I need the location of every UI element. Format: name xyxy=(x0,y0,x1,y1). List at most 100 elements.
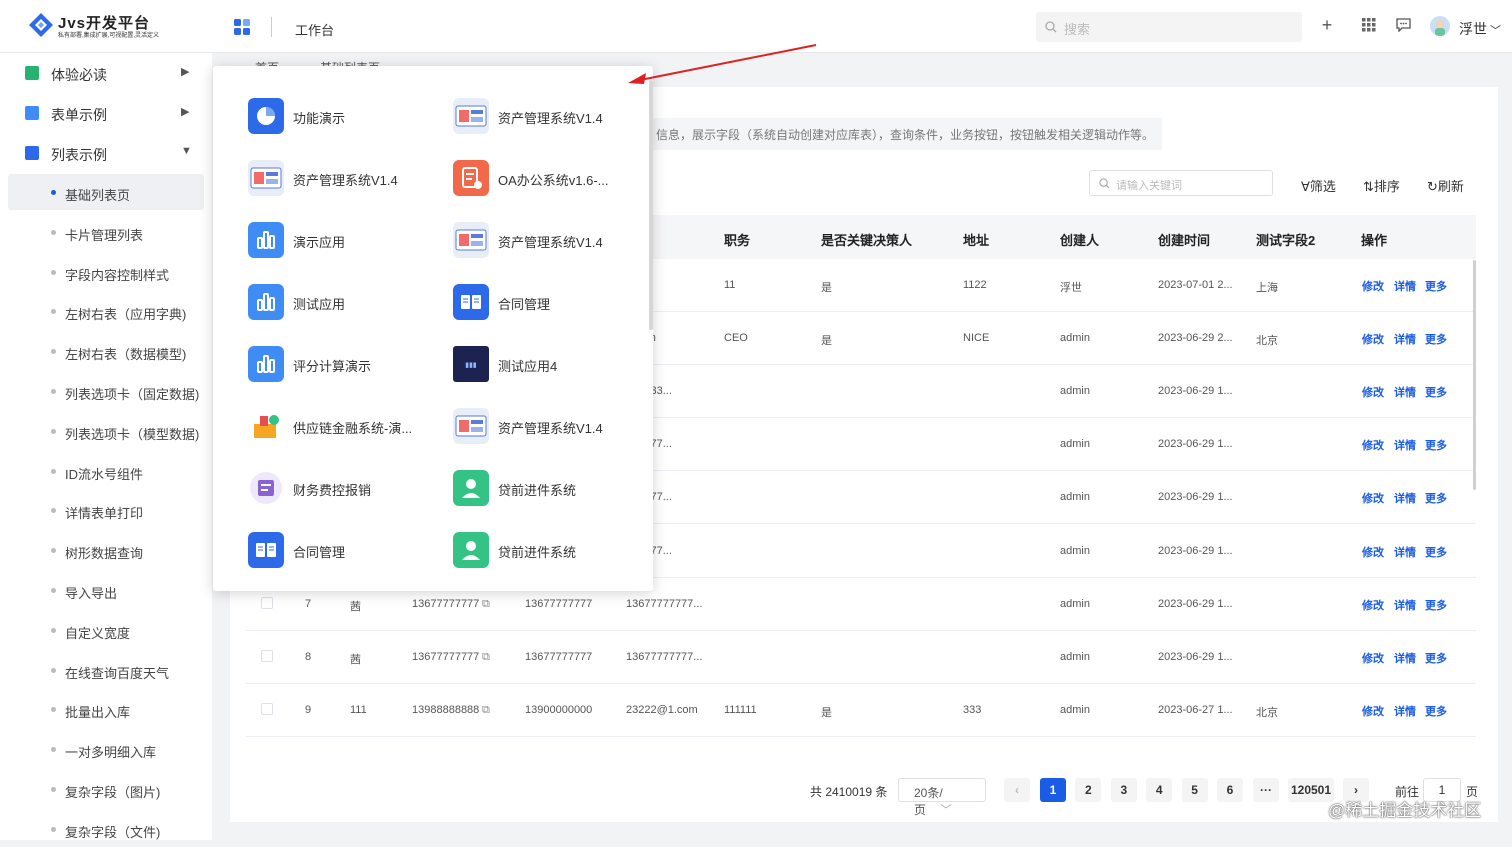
sidebar-item[interactable]: 导入导出 xyxy=(8,572,204,608)
detail-link[interactable]: 详情 xyxy=(1394,331,1416,347)
table-row[interactable]: 9 111 13988888888 ⧉ 13900000000 23222@1.com 11… xyxy=(246,684,1476,737)
more-link[interactable]: 更多 xyxy=(1425,597,1447,613)
app-tile[interactable]: 资产管理系统V1.4 xyxy=(453,220,643,260)
app-tile[interactable]: 资产管理系统V1.4 xyxy=(453,406,643,446)
more-link[interactable]: 更多 xyxy=(1425,703,1447,719)
sidebar-item[interactable]: 详情表单打印 xyxy=(8,492,204,528)
more-link[interactable]: 更多 xyxy=(1425,384,1447,400)
detail-link[interactable]: 详情 xyxy=(1394,490,1416,506)
copy-icon[interactable]: ⧉ xyxy=(482,651,490,664)
prev-page-button[interactable]: ‹ xyxy=(1004,778,1030,802)
app-tile[interactable]: 财务费控报销 xyxy=(248,468,438,508)
logo[interactable]: Jvs开发平台 私有部署,集成扩展,可视配置,灵活定义 xyxy=(28,12,178,40)
more-link[interactable]: 更多 xyxy=(1425,490,1447,506)
detail-link[interactable]: 详情 xyxy=(1394,384,1416,400)
page-button[interactable]: 1 xyxy=(1040,778,1066,802)
app-tile[interactable]: ▮▮▮ 测试应用4 xyxy=(453,344,643,384)
sidebar-item[interactable]: 复杂字段（文件) xyxy=(8,811,204,847)
detail-link[interactable]: 详情 xyxy=(1394,597,1416,613)
refresh-button[interactable]: ↻刷新 xyxy=(1427,176,1464,195)
bullet-icon xyxy=(51,389,56,394)
sidebar-item[interactable]: 左树右表（数据模型) xyxy=(8,333,204,369)
sidebar-group-lists[interactable]: 列表示例 ▼ xyxy=(0,135,212,171)
bullet-icon xyxy=(51,667,56,673)
table-scrollbar[interactable] xyxy=(1473,260,1476,490)
app-tile[interactable]: 合同管理 xyxy=(453,282,643,322)
filter-button[interactable]: ∀筛选 xyxy=(1301,176,1336,195)
page-button[interactable]: 6 xyxy=(1217,778,1243,802)
sort-button[interactable]: ⇅排序 xyxy=(1363,176,1400,195)
edit-link[interactable]: 修改 xyxy=(1362,278,1384,294)
sidebar-item[interactable]: 在线查询百度天气 xyxy=(8,652,204,688)
edit-link[interactable]: 修改 xyxy=(1362,544,1384,560)
plus-icon[interactable]: + xyxy=(1317,15,1337,35)
app-tile[interactable]: 合同管理 xyxy=(248,530,438,570)
pagination-ellipsis[interactable]: ··· xyxy=(1253,778,1279,802)
copy-icon[interactable]: ⧉ xyxy=(482,598,490,611)
row-checkbox[interactable] xyxy=(261,649,273,662)
username-dropdown[interactable]: 浮世 ﹀ xyxy=(1459,19,1501,39)
more-link[interactable]: 更多 xyxy=(1425,278,1447,294)
app-tile[interactable]: 功能演示 xyxy=(248,96,438,136)
sidebar-group-experience[interactable]: 体验必读 ▶ xyxy=(0,55,212,91)
app-tile[interactable]: 贷前进件系统 xyxy=(453,468,643,508)
grid-menu-icon[interactable] xyxy=(1362,18,1376,32)
apps-grid-icon[interactable] xyxy=(234,19,250,35)
app-tile[interactable]: OA办公系统v1.6-... xyxy=(453,158,643,198)
sidebar-item[interactable]: ID流水号组件 xyxy=(8,453,204,489)
more-link[interactable]: 更多 xyxy=(1425,331,1447,347)
detail-link[interactable]: 详情 xyxy=(1394,650,1416,666)
sidebar-item[interactable]: 批量出入库 xyxy=(8,691,204,727)
edit-link[interactable]: 修改 xyxy=(1362,384,1384,400)
sidebar-item[interactable]: 自定义宽度 xyxy=(8,612,204,648)
page-size-select[interactable]: 20条/页 ﹀ xyxy=(898,778,986,817)
detail-link[interactable]: 详情 xyxy=(1394,437,1416,453)
bullet-icon xyxy=(51,269,56,275)
app-tile[interactable]: 贷前进件系统 xyxy=(453,530,643,570)
edit-link[interactable]: 修改 xyxy=(1362,650,1384,666)
page-button[interactable]: 5 xyxy=(1181,778,1208,802)
sidebar-item[interactable]: 列表选项卡（固定数据) xyxy=(8,373,204,409)
bullet-icon xyxy=(51,548,56,554)
page-button[interactable]: 2 xyxy=(1075,778,1102,802)
app-tile[interactable]: 资产管理系统V1.4 xyxy=(248,158,438,198)
detail-link[interactable]: 详情 xyxy=(1394,703,1416,719)
app-tile[interactable]: 评分计算演示 xyxy=(248,344,438,384)
sidebar-item[interactable]: 列表选项卡（模型数据) xyxy=(8,413,204,449)
keyword-search-input[interactable]: 请输入关键词 xyxy=(1089,170,1273,196)
app-tile[interactable]: 供应链金融系统-演... xyxy=(248,406,438,446)
edit-link[interactable]: 修改 xyxy=(1362,437,1384,453)
sidebar-item[interactable]: 卡片管理列表 xyxy=(8,214,204,250)
message-icon[interactable] xyxy=(1396,18,1411,32)
popover-scrollbar[interactable] xyxy=(649,80,653,330)
sidebar-item[interactable]: 字段内容控制样式 xyxy=(8,254,204,290)
sidebar-item[interactable]: 一对多明细入库 xyxy=(8,731,204,767)
more-link[interactable]: 更多 xyxy=(1425,544,1447,560)
sidebar-item[interactable]: 左树右表（应用字典) xyxy=(8,293,204,329)
page-button[interactable]: 3 xyxy=(1110,778,1137,802)
sidebar-item[interactable]: 复杂字段（图片) xyxy=(8,771,204,807)
edit-link[interactable]: 修改 xyxy=(1362,331,1384,347)
more-link[interactable]: 更多 xyxy=(1425,650,1447,666)
app-tile[interactable]: 资产管理系统V1.4 xyxy=(453,96,643,136)
sidebar-item[interactable]: 树形数据查询 xyxy=(8,532,204,568)
global-search-input[interactable]: 搜索 xyxy=(1036,12,1302,42)
row-checkbox[interactable] xyxy=(261,596,273,609)
sidebar-item[interactable]: 基础列表页 xyxy=(8,174,204,210)
more-link[interactable]: 更多 xyxy=(1425,437,1447,453)
edit-link[interactable]: 修改 xyxy=(1362,597,1384,613)
edit-link[interactable]: 修改 xyxy=(1362,490,1384,506)
app-tile[interactable]: 测试应用 xyxy=(248,282,438,322)
avatar[interactable] xyxy=(1430,16,1450,36)
copy-icon[interactable]: ⧉ xyxy=(482,704,490,717)
bullet-icon xyxy=(51,468,56,474)
cell-address: NICE xyxy=(963,332,990,345)
page-button[interactable]: 4 xyxy=(1146,778,1173,802)
edit-link[interactable]: 修改 xyxy=(1362,703,1384,719)
detail-link[interactable]: 详情 xyxy=(1394,544,1416,560)
table-row[interactable]: 8 茜 13677777777 ⧉ 13677777777 13677777777... a… xyxy=(246,631,1476,684)
detail-link[interactable]: 详情 xyxy=(1394,278,1416,294)
app-tile[interactable]: 演示应用 xyxy=(248,220,438,260)
sidebar-group-forms[interactable]: 表单示例 ▶ xyxy=(0,95,212,131)
row-checkbox[interactable] xyxy=(261,702,273,715)
